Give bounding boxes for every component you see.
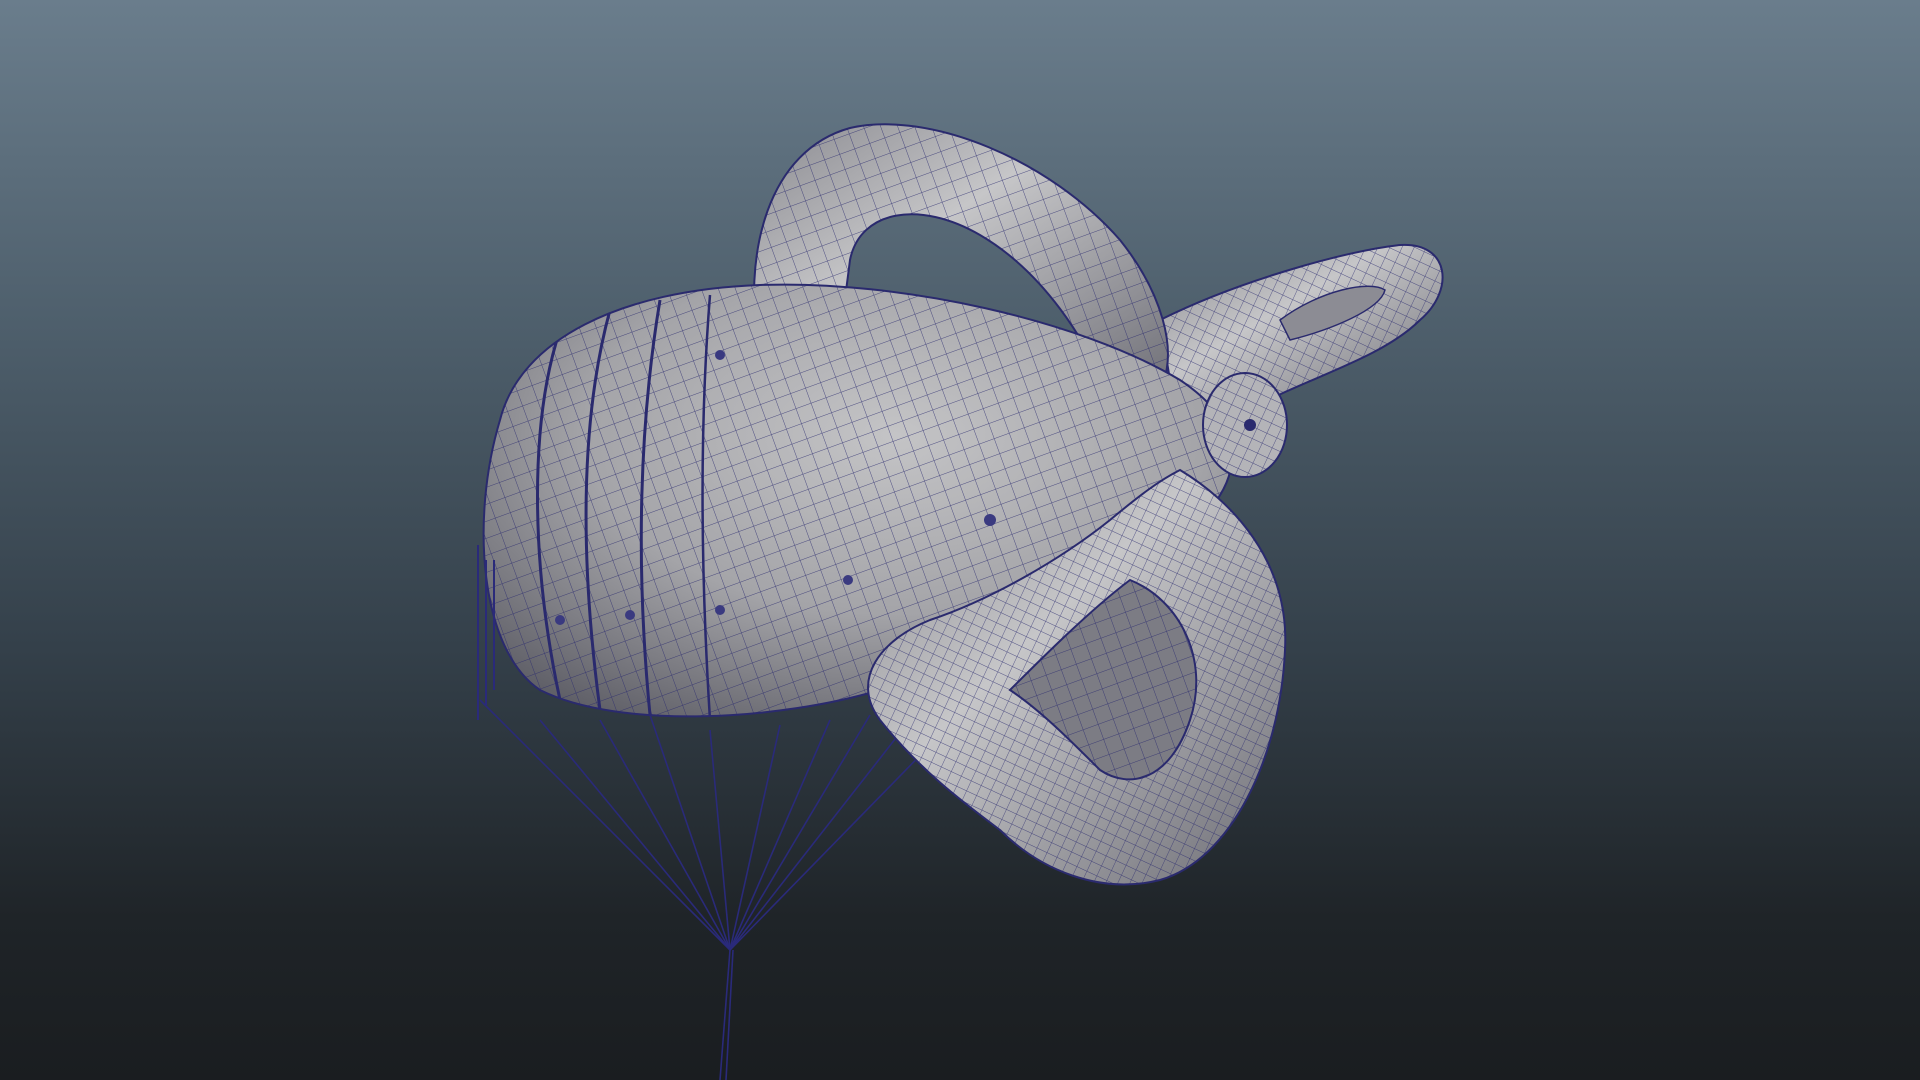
scene-canvas[interactable] xyxy=(0,0,1920,1080)
tether-lines xyxy=(479,699,941,1080)
tail-fin-right xyxy=(1158,243,1444,417)
nose-hub xyxy=(1202,372,1288,478)
3d-viewport[interactable] xyxy=(0,0,1920,1080)
